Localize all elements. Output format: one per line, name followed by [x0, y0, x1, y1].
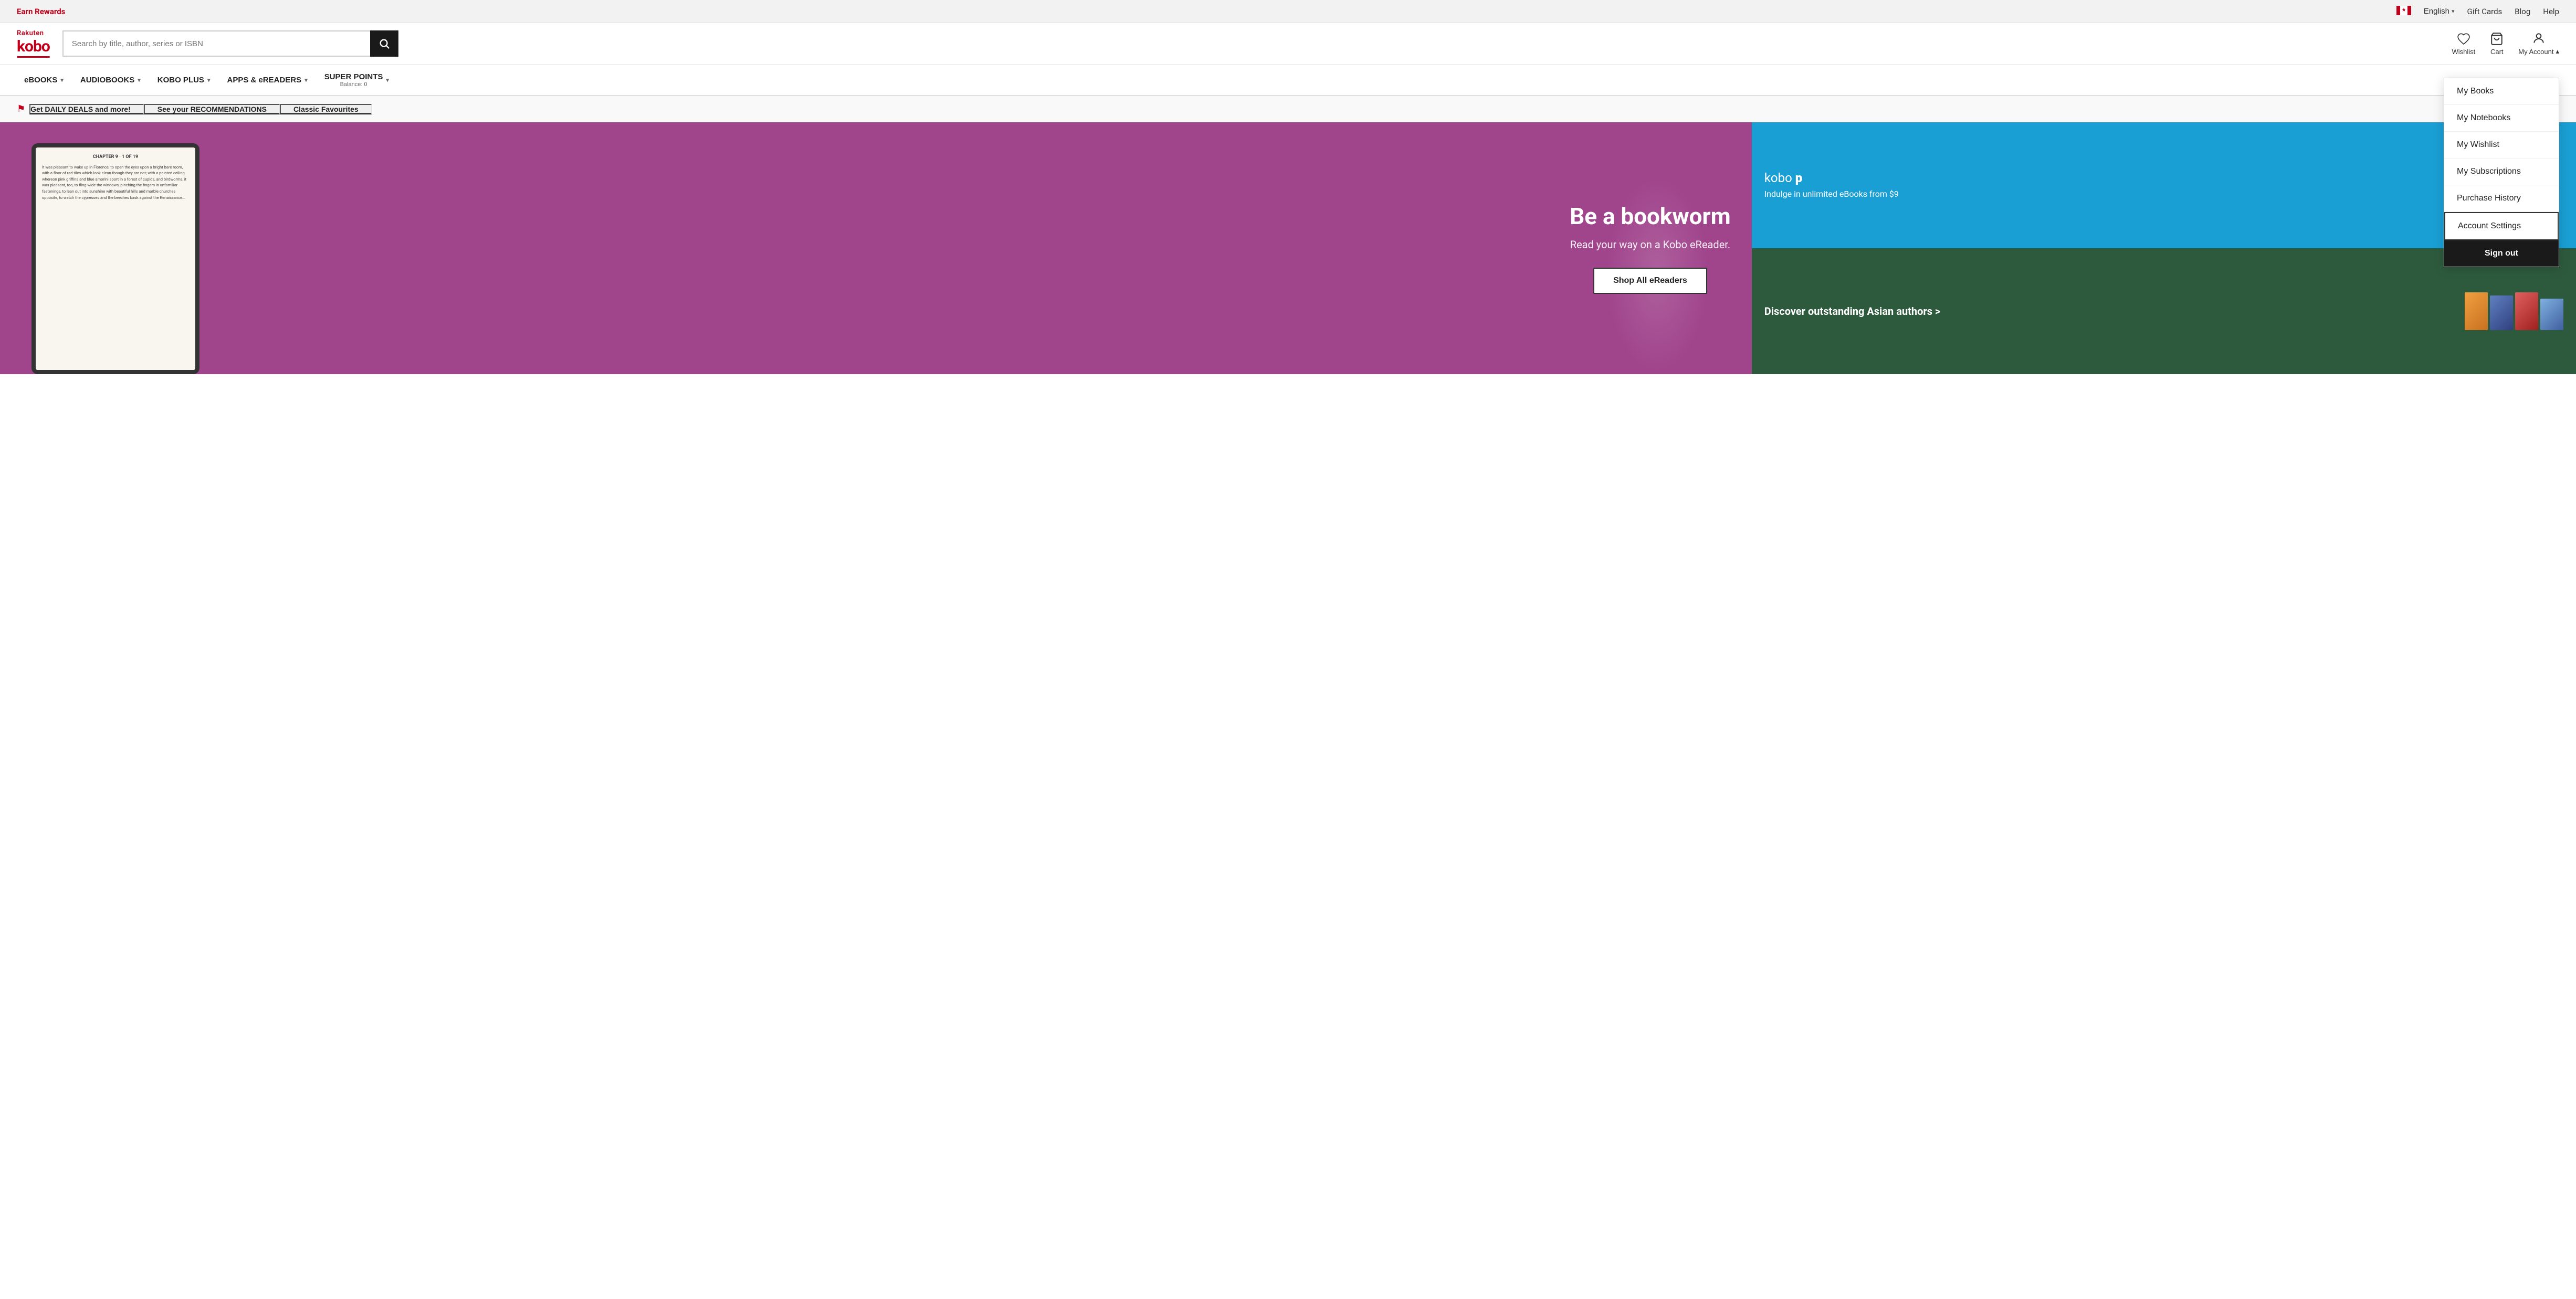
- nav-ebooks[interactable]: eBOOKS ▾: [17, 64, 71, 96]
- flag-icon: [2396, 6, 2411, 17]
- my-subscriptions-item[interactable]: My Subscriptions: [2444, 159, 2559, 185]
- my-wishlist-item[interactable]: My Wishlist: [2444, 132, 2559, 159]
- account-settings-item[interactable]: Account Settings: [2444, 212, 2559, 240]
- book-thumb-2: [2490, 295, 2513, 330]
- cart-icon: [2490, 32, 2504, 46]
- my-account-label: My Account ▴: [2518, 47, 2559, 56]
- search-icon: [378, 38, 390, 49]
- top-bar-left: Earn Rewards: [17, 7, 65, 16]
- cart-button[interactable]: Cart: [2490, 32, 2504, 56]
- search-button[interactable]: [370, 30, 398, 57]
- chevron-down-icon: ▾: [2452, 8, 2455, 15]
- gift-cards-link[interactable]: Gift Cards: [2467, 7, 2503, 16]
- logo[interactable]: Rakuten kobo: [17, 29, 50, 58]
- logo-rakuten: Rakuten: [17, 29, 50, 37]
- search-container: [62, 30, 398, 57]
- nav-audiobooks[interactable]: AUDIOBOOKS ▾: [73, 64, 148, 96]
- language-label: English: [2424, 7, 2449, 16]
- sign-out-button[interactable]: Sign out: [2444, 240, 2559, 267]
- chevron-down-icon: ▾: [60, 77, 64, 83]
- nav-koboplus-label: KOBO PLUS: [157, 76, 204, 85]
- top-bar: Earn Rewards English ▾ Gift Cards Blog H…: [0, 0, 2576, 23]
- classic-favourites-link[interactable]: Classic Favourites: [280, 104, 372, 114]
- cart-label: Cart: [2490, 48, 2504, 56]
- account-label-text: My Account: [2518, 48, 2553, 56]
- nav-bar: eBOOKS ▾ AUDIOBOOKS ▾ KOBO PLUS ▾ APPS &…: [0, 65, 2576, 96]
- kobo-plus-text: kobo p Indulge in unlimited eBooks from …: [1764, 171, 1899, 200]
- header: Rakuten kobo Wishlist Cart: [0, 23, 2576, 65]
- logo-kobo: kobo: [17, 37, 50, 56]
- help-link[interactable]: Help: [2543, 7, 2559, 16]
- chevron-down-icon: ▾: [207, 77, 211, 83]
- chevron-up-icon: ▴: [2556, 47, 2559, 56]
- purchase-history-item[interactable]: Purchase History: [2444, 185, 2559, 212]
- hero-subtitle: Read your way on a Kobo eReader.: [1570, 238, 1731, 251]
- search-input[interactable]: [62, 30, 370, 57]
- nav-superpoints-label: SUPER POINTS: [324, 72, 383, 81]
- nav-apps-label: APPS & eREADERS: [227, 76, 301, 85]
- asian-authors-text: Discover outstanding Asian authors >: [1764, 304, 2456, 318]
- hero-banner: CHAPTER 9 · 1 OF 19 It was pleasant to w…: [0, 122, 1752, 374]
- wishlist-label: Wishlist: [2452, 48, 2475, 56]
- book-thumb-3: [2515, 292, 2538, 330]
- book-thumb-1: [2465, 292, 2488, 330]
- book-text: It was pleasant to wake up in Florence, …: [42, 164, 189, 201]
- flag-promo-icon: ⚑: [17, 103, 25, 114]
- promo-bar: ⚑ Get DAILY DEALS and more! See your REC…: [0, 96, 2576, 122]
- account-icon: [2532, 31, 2546, 45]
- nav-kobo-plus[interactable]: KOBO PLUS ▾: [150, 64, 218, 96]
- nav-super-points[interactable]: SUPER POINTS Balance: 0 ▾: [317, 64, 396, 96]
- asian-authors-panel[interactable]: Discover outstanding Asian authors >: [1752, 248, 2576, 374]
- top-bar-right: English ▾ Gift Cards Blog Help: [2396, 6, 2559, 17]
- hero-content: Be a bookworm Read your way on a Kobo eR…: [1549, 182, 1752, 315]
- chevron-down-icon: ▾: [138, 77, 141, 83]
- book-thumbnails: [2465, 292, 2563, 330]
- kobo-plus-tagline: Indulge in unlimited eBooks from $9: [1764, 188, 1899, 200]
- my-notebooks-item[interactable]: My Notebooks: [2444, 105, 2559, 132]
- chevron-down-icon: ▾: [386, 77, 389, 83]
- ereader-device: CHAPTER 9 · 1 OF 19 It was pleasant to w…: [31, 143, 199, 374]
- daily-deals-link[interactable]: Get DAILY DEALS and more!: [29, 104, 144, 114]
- wishlist-button[interactable]: Wishlist: [2452, 32, 2475, 56]
- shop-all-ereaders-button[interactable]: Shop All eReaders: [1593, 268, 1707, 294]
- kobo-plus-brand: kobo p: [1764, 171, 1899, 185]
- header-actions: Wishlist Cart My Account ▴: [2452, 31, 2559, 56]
- device-screen: CHAPTER 9 · 1 OF 19 It was pleasant to w…: [36, 147, 195, 370]
- chevron-down-icon: ▾: [304, 77, 308, 83]
- nav-balance: Balance: 0: [324, 81, 383, 88]
- nav-apps-ereaders[interactable]: APPS & eREADERS ▾: [219, 64, 314, 96]
- nav-ebooks-label: eBOOKS: [24, 76, 57, 85]
- earn-rewards-link[interactable]: Earn Rewards: [17, 7, 65, 16]
- my-account-button[interactable]: My Account ▴: [2518, 31, 2559, 56]
- blog-link[interactable]: Blog: [2515, 7, 2530, 16]
- main-area: CHAPTER 9 · 1 OF 19 It was pleasant to w…: [0, 122, 2576, 374]
- recommendations-link[interactable]: See your RECOMMENDATIONS: [144, 104, 280, 114]
- my-books-item[interactable]: My Books: [2444, 78, 2559, 105]
- asian-authors-title: Discover outstanding Asian authors >: [1764, 304, 2456, 318]
- hero-title: Be a bookworm: [1570, 203, 1731, 230]
- account-dropdown: My Books My Notebooks My Wishlist My Sub…: [2444, 78, 2559, 267]
- language-button[interactable]: English ▾: [2424, 7, 2455, 16]
- book-thumb-4: [2540, 299, 2563, 330]
- chapter-label: CHAPTER 9 · 1 OF 19: [42, 154, 189, 161]
- heart-icon: [2457, 32, 2470, 46]
- logo-underline: [17, 56, 50, 58]
- nav-audiobooks-label: AUDIOBOOKS: [80, 76, 134, 85]
